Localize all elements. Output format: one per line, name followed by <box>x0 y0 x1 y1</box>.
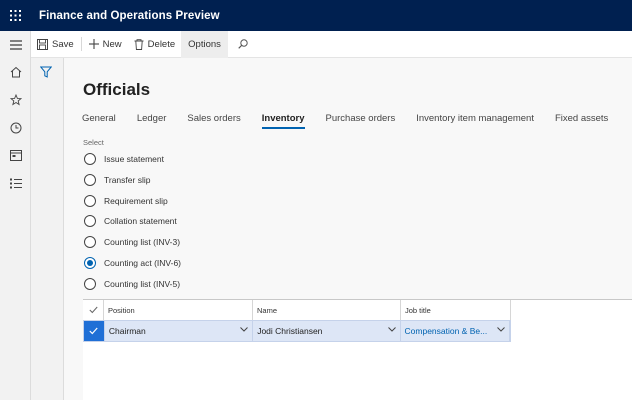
radio-requirement-slip[interactable]: Requirement slip <box>84 195 168 207</box>
cell-name-value: Jodi Christiansen <box>257 326 323 336</box>
radio-label: Transfer slip <box>104 175 151 185</box>
radio-label: Requirement slip <box>104 196 168 206</box>
officials-grid: Position Name Job title Chairman Jodi Ch… <box>83 299 632 400</box>
options-label: Options <box>188 38 221 50</box>
list-icon[interactable] <box>0 171 31 195</box>
filter-icon[interactable] <box>39 66 53 80</box>
cell-position[interactable]: Chairman <box>105 321 254 341</box>
divider <box>80 37 82 51</box>
radio-dot <box>87 260 93 266</box>
chevron-down-icon[interactable] <box>240 327 249 332</box>
radio-counting-act-inv6[interactable]: Counting act (INV-6) <box>84 257 181 269</box>
radio-counting-list-inv3[interactable]: Counting list (INV-3) <box>84 236 180 248</box>
save-label: Save <box>52 38 74 50</box>
save-button[interactable]: Save <box>31 31 80 58</box>
cell-position-value: Chairman <box>108 326 146 336</box>
app-title: Finance and Operations Preview <box>39 9 220 22</box>
hamburger-icon[interactable] <box>0 33 31 57</box>
star-icon[interactable] <box>0 88 31 112</box>
workspace-icon[interactable] <box>0 143 31 167</box>
column-header-position[interactable]: Position <box>104 300 253 320</box>
checkmark-icon <box>89 327 99 335</box>
plus-icon <box>88 39 99 49</box>
cell-name[interactable]: Jodi Christiansen <box>253 321 401 341</box>
cell-job-title-value[interactable]: Compensation & Be... <box>405 326 488 336</box>
home-icon[interactable] <box>0 60 31 84</box>
main-content: Officials General Ledger Sales orders In… <box>64 58 632 400</box>
delete-label: Delete <box>147 38 176 50</box>
radio-label: Collation statement <box>104 216 177 226</box>
radio-button[interactable] <box>84 153 96 165</box>
tab-fixed-assets[interactable]: Fixed assets <box>555 113 608 129</box>
column-header-job-title[interactable]: Job title <box>401 300 511 320</box>
tab-sales-orders[interactable]: Sales orders <box>187 113 240 129</box>
select-all-checkbox[interactable] <box>83 300 104 320</box>
chevron-down-icon[interactable] <box>497 327 505 332</box>
radio-button[interactable] <box>84 278 96 290</box>
cell-job-title[interactable]: Compensation & Be... <box>401 321 510 341</box>
radio-label: Counting list (INV-5) <box>104 279 181 289</box>
row-checkbox[interactable] <box>84 321 105 341</box>
tab-strip: General Ledger Sales orders Inventory Pu… <box>82 113 629 129</box>
clock-icon[interactable] <box>0 116 31 140</box>
radio-counting-list-inv5[interactable]: Counting list (INV-5) <box>84 278 180 290</box>
tab-ledger[interactable]: Ledger <box>137 113 167 129</box>
left-navigation <box>0 31 31 400</box>
checkmark-icon <box>88 306 98 314</box>
radio-button[interactable] <box>84 236 96 248</box>
delete-button[interactable]: Delete <box>128 31 181 58</box>
radio-button[interactable] <box>84 215 96 227</box>
tab-general[interactable]: General <box>82 113 116 129</box>
search-button[interactable] <box>228 31 262 58</box>
chevron-down-icon[interactable] <box>387 327 396 332</box>
action-pane: Save New Delete Options <box>31 30 632 58</box>
grid-header: Position Name Job title <box>83 300 511 320</box>
radio-issue-statement[interactable]: Issue statement <box>84 153 164 165</box>
radio-transfer-slip[interactable]: Transfer slip <box>84 174 150 186</box>
radio-collation-statement[interactable]: Collation statement <box>84 215 177 227</box>
tab-purchase-orders[interactable]: Purchase orders <box>326 113 396 129</box>
tab-inventory-item-management[interactable]: Inventory item management <box>416 113 534 129</box>
search-icon <box>238 39 248 49</box>
app-header: Finance and Operations Preview <box>0 0 632 31</box>
radio-button[interactable] <box>84 174 96 186</box>
save-icon <box>37 38 48 50</box>
radio-label: Issue statement <box>104 154 165 164</box>
radio-button[interactable] <box>84 195 96 207</box>
table-row[interactable]: Chairman Jodi Christiansen Compensation … <box>83 320 511 342</box>
trash-icon <box>134 38 144 50</box>
radio-button-selected[interactable] <box>84 257 96 269</box>
new-button[interactable]: New <box>83 31 128 58</box>
options-tab[interactable]: Options <box>181 30 228 58</box>
radio-label: Counting list (INV-3) <box>104 237 181 247</box>
new-label: New <box>102 38 122 50</box>
tab-inventory[interactable]: Inventory <box>261 113 305 129</box>
page-title: Officials <box>83 80 151 99</box>
select-group-label: Select <box>83 138 104 147</box>
app-launcher-icon[interactable] <box>0 0 31 31</box>
column-header-name[interactable]: Name <box>253 300 401 320</box>
filter-pane <box>31 58 64 400</box>
radio-label: Counting act (INV-6) <box>104 258 182 268</box>
